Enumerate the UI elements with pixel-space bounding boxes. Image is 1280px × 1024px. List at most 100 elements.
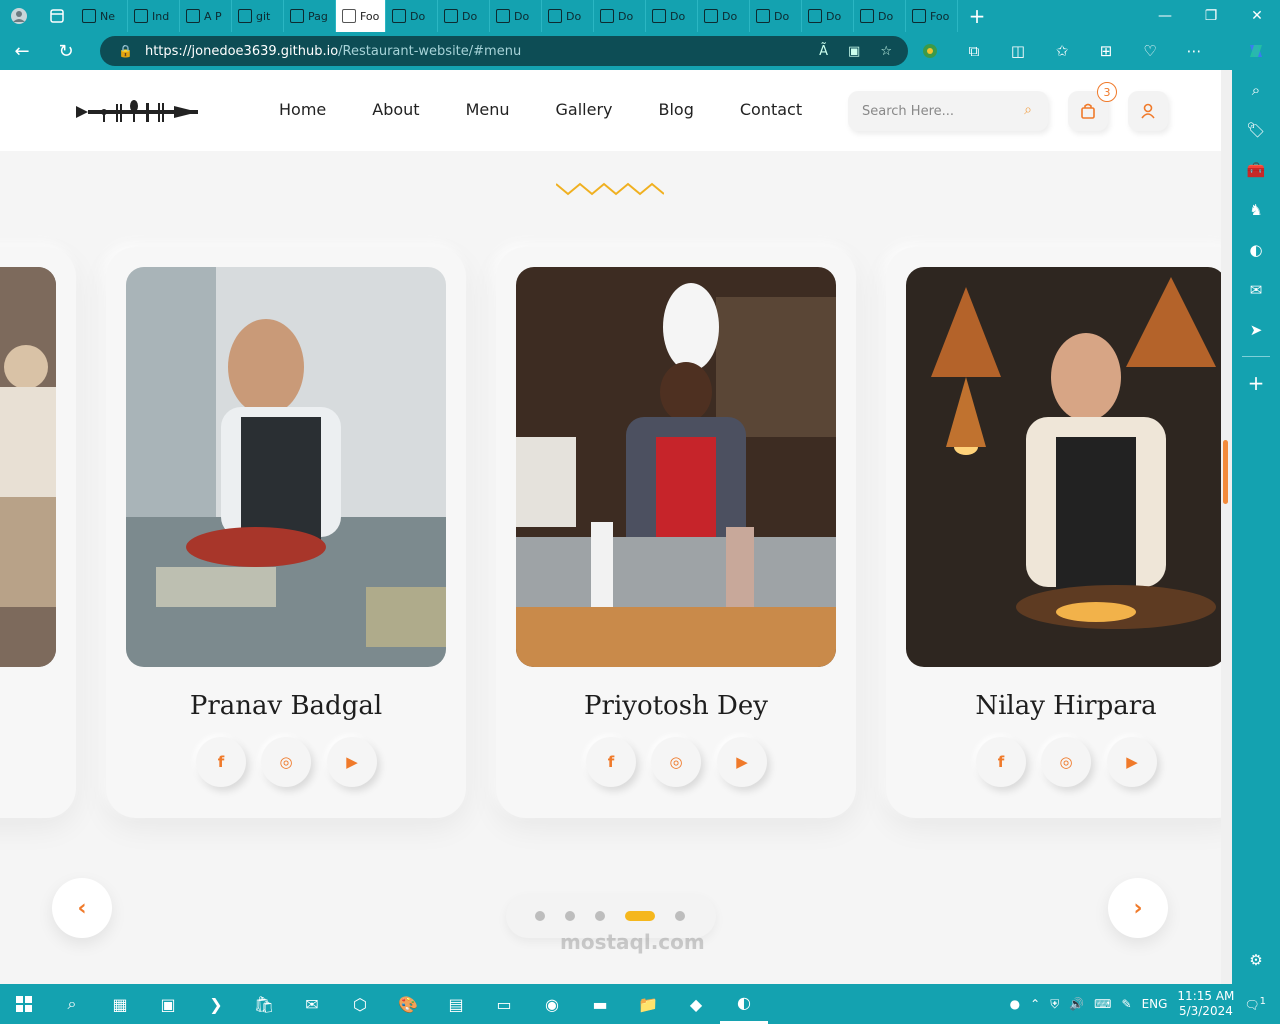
file-explorer-icon[interactable]: 📁 [624, 984, 672, 1024]
restaurant-logo[interactable] [74, 98, 200, 126]
add-sidebar-app-icon[interactable]: + [1232, 363, 1280, 403]
nav-gallery[interactable]: Gallery [556, 100, 613, 119]
search-icon[interactable]: ⌕ [48, 984, 96, 1024]
network-icon[interactable]: ⌨ [1094, 997, 1111, 1011]
shopping-tag-icon[interactable]: 🏷 [1232, 110, 1280, 150]
slider-prev-button[interactable]: ‹ [52, 878, 112, 938]
security-icon[interactable]: ⛨ [1050, 997, 1059, 1012]
facebook-icon[interactable]: f [976, 737, 1026, 787]
settings-gear-icon[interactable]: ⚙ [1232, 940, 1280, 980]
collections-icon[interactable]: ⊞ [1084, 32, 1128, 70]
slider-dot[interactable] [535, 911, 545, 921]
store-icon[interactable]: 🛍 [240, 984, 288, 1024]
favorites-icon[interactable]: ✩ [1040, 32, 1084, 70]
user-account-button[interactable] [1128, 91, 1168, 131]
youtube-icon[interactable]: ▶ [717, 737, 767, 787]
copilot-icon[interactable] [1232, 32, 1280, 70]
chrome-icon[interactable]: ◉ [528, 984, 576, 1024]
browser-tab[interactable]: Do [438, 0, 490, 32]
clock[interactable]: 11:15 AM 5/3/2024 [1177, 989, 1234, 1019]
powershell-icon[interactable]: ❯ [192, 984, 240, 1024]
paint-icon[interactable]: 🎨 [384, 984, 432, 1024]
browser-tab[interactable]: Do [542, 0, 594, 32]
instagram-icon[interactable]: ◎ [651, 737, 701, 787]
browser-tab[interactable]: Do [594, 0, 646, 32]
browser-essentials-icon[interactable]: ♡ [1128, 32, 1172, 70]
pen-icon[interactable]: ✎ [1122, 997, 1132, 1011]
send-icon[interactable]: ➤ [1232, 310, 1280, 350]
task-view-icon[interactable]: ▦ [96, 984, 144, 1024]
page-scrollbar[interactable] [1221, 70, 1232, 984]
notification-center-icon[interactable]: 🗨1 [1244, 996, 1266, 1012]
read-aloud-icon[interactable]: A͂ [819, 44, 828, 59]
tab-active[interactable]: Foo✕ [336, 0, 386, 32]
extensions-icon[interactable]: ⧉ [952, 32, 996, 70]
virtualbox-icon[interactable]: ▤ [432, 984, 480, 1024]
cart-button[interactable]: 3 [1068, 82, 1117, 131]
nav-menu[interactable]: Menu [466, 100, 510, 119]
browser-tab[interactable]: Do [698, 0, 750, 32]
windows-start-icon[interactable] [0, 984, 48, 1024]
facebook-icon[interactable]: f [196, 737, 246, 787]
microsoft-365-icon[interactable]: ◐ [1232, 230, 1280, 270]
outlook-icon[interactable]: ✉ [1232, 270, 1280, 310]
address-bar[interactable]: 🔒 https://jonedoe3639.github.io/Restaura… [100, 36, 908, 66]
restore-button[interactable]: ❐ [1188, 0, 1234, 32]
more-menu-icon[interactable]: ⋯ [1172, 32, 1216, 70]
youtube-icon[interactable]: ▶ [327, 737, 377, 787]
instagram-icon[interactable]: ◎ [1041, 737, 1091, 787]
games-icon[interactable]: ♞ [1232, 190, 1280, 230]
slider-dot[interactable] [675, 911, 685, 921]
nav-blog[interactable]: Blog [658, 100, 693, 119]
scrollbar-thumb[interactable] [1223, 440, 1228, 504]
notification-badge-app-icon[interactable]: ● [1010, 997, 1020, 1011]
slider-dot[interactable] [595, 911, 605, 921]
browser-tab[interactable]: Foo [906, 0, 958, 32]
facebook-icon[interactable]: f [586, 737, 636, 787]
tab-actions-icon[interactable] [38, 0, 76, 32]
browser-tab[interactable]: git [232, 0, 284, 32]
language-indicator[interactable]: ENG [1142, 997, 1168, 1011]
refresh-button[interactable]: ↻ [44, 32, 88, 70]
split-screen-icon[interactable]: ◫ [996, 32, 1040, 70]
slider-next-button[interactable]: › [1108, 878, 1168, 938]
browser-tab[interactable]: Do [750, 0, 802, 32]
youtube-icon[interactable]: ▶ [1107, 737, 1157, 787]
nav-contact[interactable]: Contact [740, 100, 802, 119]
extension-colorful-icon[interactable] [908, 32, 952, 70]
app-window-icon[interactable]: ▭ [480, 984, 528, 1024]
browser-tab[interactable]: Do [490, 0, 542, 32]
instagram-icon[interactable]: ◎ [261, 737, 311, 787]
browser-tab[interactable]: A P [180, 0, 232, 32]
immersive-reader-icon[interactable]: ▣ [848, 44, 860, 59]
slider-dot[interactable] [565, 911, 575, 921]
mail-icon[interactable]: ✉ [288, 984, 336, 1024]
site-search-input[interactable]: Search Here... ⌕ [848, 91, 1048, 131]
tools-icon[interactable]: 🧰 [1232, 150, 1280, 190]
new-tab-button[interactable]: + [958, 0, 996, 32]
vscode-icon[interactable]: ◆ [672, 984, 720, 1024]
show-hidden-icons-icon[interactable]: ⌃ [1030, 997, 1040, 1011]
nav-home[interactable]: Home [279, 100, 326, 119]
browser-tab[interactable]: Do [646, 0, 698, 32]
terminal-icon[interactable]: ▬ [576, 984, 624, 1024]
browser-tab[interactable]: Do [854, 0, 906, 32]
profile-avatar-icon[interactable] [0, 0, 38, 32]
taskbar-app-icon[interactable]: ▣ [144, 984, 192, 1024]
browser-tab[interactable]: Do [802, 0, 854, 32]
close-window-button[interactable]: ✕ [1234, 0, 1280, 32]
slider-dot-active[interactable] [625, 911, 655, 921]
volume-icon[interactable]: 🔊 [1069, 997, 1084, 1011]
browser-tab[interactable]: Ne [76, 0, 128, 32]
search-icon[interactable]: ⌕ [1232, 70, 1280, 110]
browser-tab[interactable]: Ind [128, 0, 180, 32]
minimize-button[interactable]: — [1142, 0, 1188, 32]
back-button[interactable]: ← [0, 32, 44, 70]
browser-tab[interactable]: Pag [284, 0, 336, 32]
nav-about[interactable]: About [372, 100, 419, 119]
search-icon[interactable]: ⌕ [1024, 102, 1032, 118]
edge-icon[interactable]: ◐ [720, 984, 768, 1024]
browser-tab[interactable]: Do [386, 0, 438, 32]
3d-viewer-icon[interactable]: ⬡ [336, 984, 384, 1024]
favorite-star-icon[interactable]: ☆ [880, 44, 892, 59]
